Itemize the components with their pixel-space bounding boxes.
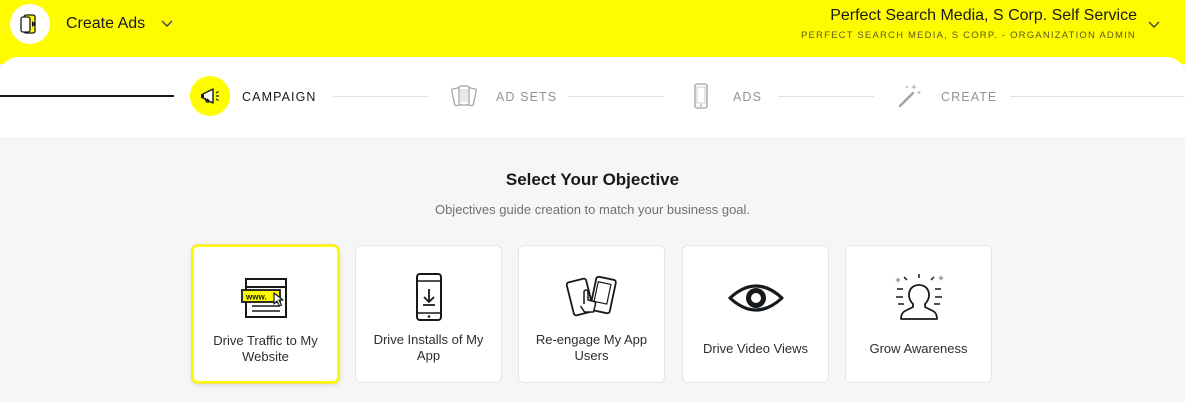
step-create-label[interactable]: CREATE xyxy=(941,90,997,104)
step-connector xyxy=(778,96,874,97)
card-icon-wrap xyxy=(683,272,828,324)
objective-label: Drive Traffic to My Website xyxy=(213,333,318,364)
step-connector xyxy=(568,96,664,97)
step-ads-icon-wrap[interactable] xyxy=(681,76,721,116)
top-bar: Create Ads Perfect Search Media, S Corp.… xyxy=(0,0,1185,64)
eye-icon xyxy=(727,284,784,312)
chevron-down-icon[interactable] xyxy=(1147,17,1161,31)
re-engage-icon xyxy=(565,275,617,317)
objective-card-re-engage[interactable]: Re-engage My App Users xyxy=(518,245,665,383)
card-icon-wrap: www. xyxy=(194,273,337,325)
step-campaign-label[interactable]: CAMPAIGN xyxy=(242,90,317,104)
chevron-down-icon[interactable] xyxy=(160,16,174,30)
objective-card-grow-awareness[interactable]: Grow Awareness xyxy=(845,245,992,383)
website-icon: www. xyxy=(240,278,287,318)
step-connector-completed xyxy=(0,95,174,97)
step-connector xyxy=(1010,96,1185,97)
page-subtitle: Objectives guide creation to match your … xyxy=(434,202,751,217)
objective-label: Re-engage My App Users xyxy=(535,332,648,363)
step-ad-sets-icon-wrap[interactable] xyxy=(444,76,484,116)
megaphone-icon xyxy=(201,88,219,104)
step-create-icon-wrap[interactable] xyxy=(889,76,929,116)
app-install-icon xyxy=(415,273,442,321)
step-ad-sets-label[interactable]: AD SETS xyxy=(496,90,557,104)
ad-sets-icon xyxy=(451,85,477,107)
step-ads-label[interactable]: ADS xyxy=(733,90,762,104)
card-icon-wrap xyxy=(846,272,991,324)
app-logo[interactable] xyxy=(10,4,50,44)
step-campaign-icon-wrap[interactable] xyxy=(190,76,230,116)
awareness-icon xyxy=(894,274,944,320)
objective-card-drive-installs[interactable]: Drive Installs of My App xyxy=(355,245,502,383)
progress-stepper: CAMPAIGN AD SETS ADS CREATE xyxy=(0,57,1185,137)
objective-card-drive-traffic[interactable]: www. Drive Traffic to My Website xyxy=(192,245,339,383)
objective-label: Grow Awareness xyxy=(869,341,968,356)
magic-wand-icon xyxy=(898,85,921,108)
objective-label: Drive Video Views xyxy=(702,341,808,356)
objective-card-video-views[interactable]: Drive Video Views xyxy=(682,245,829,383)
ads-manager-logo-icon xyxy=(20,14,36,34)
card-icon-wrap xyxy=(519,272,664,324)
page-title: Select Your Objective xyxy=(505,170,680,189)
phone-icon xyxy=(694,83,708,109)
step-connector xyxy=(333,96,429,97)
organization-name[interactable]: Perfect Search Media, S Corp. Self Servi… xyxy=(830,7,1137,25)
objective-label: Drive Installs of My App xyxy=(373,332,484,363)
card-icon-wrap xyxy=(356,272,501,324)
app-title[interactable]: Create Ads xyxy=(66,15,145,33)
organization-role: PERFECT SEARCH MEDIA, S CORP. - ORGANIZA… xyxy=(800,30,1136,41)
website-icon-text: www. xyxy=(245,293,267,302)
